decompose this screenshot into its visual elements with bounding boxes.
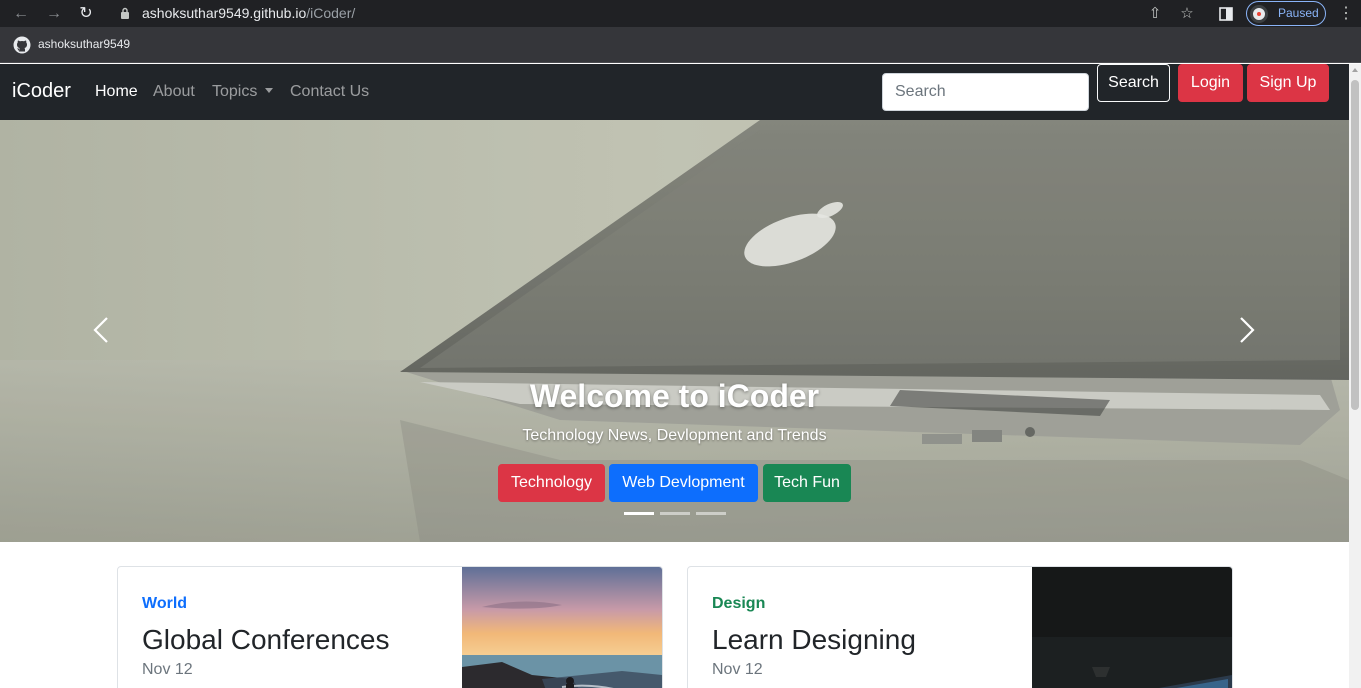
nav-link-home[interactable]: Home bbox=[95, 83, 138, 101]
nav-dropdown-topics[interactable]: Topics bbox=[212, 83, 274, 101]
caret-down-icon bbox=[265, 87, 274, 93]
search-input[interactable] bbox=[882, 73, 1089, 111]
side-panel-icon[interactable] bbox=[1216, 4, 1236, 24]
carousel-indicator-1[interactable] bbox=[624, 512, 654, 515]
site-navbar: iCoder Home About Topics Contact Us Sear… bbox=[0, 64, 1349, 120]
url-text: ashoksuthar9549.github.io/iCoder/ bbox=[142, 5, 356, 21]
forward-icon[interactable]: → bbox=[44, 4, 64, 24]
address-bar[interactable]: ashoksuthar9549.github.io/iCoder/ bbox=[108, 0, 1208, 27]
bookmark-star-icon[interactable]: ☆ bbox=[1177, 4, 1197, 24]
card-title: Global Conferences bbox=[142, 624, 390, 655]
page-scrollbar[interactable] bbox=[1349, 64, 1361, 688]
featured-card-world: World Global Conferences Nov 12 bbox=[117, 566, 663, 688]
card-category: World bbox=[142, 595, 188, 612]
nav-link-about[interactable]: About bbox=[153, 83, 195, 101]
login-button[interactable]: Login bbox=[1178, 64, 1243, 102]
browser-toolbar: ← → ↻ ashoksuthar9549.github.io/iCoder/ … bbox=[0, 0, 1361, 27]
github-icon bbox=[13, 36, 31, 54]
carousel-subtitle: Technology News, Devlopment and Trends bbox=[522, 427, 827, 444]
card-category: Design bbox=[712, 595, 766, 612]
card-date: Nov 12 bbox=[142, 661, 193, 678]
back-icon[interactable]: ← bbox=[11, 4, 31, 24]
topics-label: Topics bbox=[212, 83, 258, 100]
search-button[interactable]: Search bbox=[1097, 64, 1170, 102]
profile-status: Paused bbox=[1278, 6, 1319, 20]
card-date: Nov 12 bbox=[712, 661, 763, 678]
share-icon[interactable]: ⇧ bbox=[1145, 4, 1165, 24]
reload-icon[interactable]: ↻ bbox=[76, 4, 96, 24]
featured-card-design: Design Learn Designing Nov 12 bbox=[687, 566, 1233, 688]
nav-link-contact[interactable]: Contact Us bbox=[290, 83, 369, 101]
card-title: Learn Designing bbox=[712, 624, 916, 655]
carousel-title: Welcome to iCoder bbox=[529, 378, 820, 414]
scrollbar-thumb[interactable] bbox=[1351, 80, 1359, 410]
signup-button[interactable]: Sign Up bbox=[1247, 64, 1329, 102]
scroll-up-icon[interactable] bbox=[1352, 68, 1358, 72]
technology-button[interactable]: Technology bbox=[498, 464, 605, 502]
bookmark-item[interactable]: ashoksuthar9549 bbox=[38, 37, 130, 51]
carousel-indicator-2[interactable] bbox=[660, 512, 690, 515]
hero-carousel: Welcome to iCoder Technology News, Devlo… bbox=[0, 120, 1349, 542]
tech-fun-button[interactable]: Tech Fun bbox=[763, 464, 851, 502]
web-devlopment-button[interactable]: Web Devlopment bbox=[609, 464, 758, 502]
card-thumbnail bbox=[462, 567, 662, 688]
carousel-next-icon[interactable] bbox=[1235, 316, 1259, 344]
site-brand[interactable]: iCoder bbox=[12, 80, 71, 103]
lock-icon bbox=[121, 7, 129, 19]
menu-icon[interactable]: ⋮ bbox=[1338, 4, 1354, 24]
profile-button[interactable]: Paused bbox=[1246, 1, 1326, 26]
bookmarks-bar: ashoksuthar9549 bbox=[0, 27, 1361, 63]
carousel-indicator-3[interactable] bbox=[696, 512, 726, 515]
page-viewport: iCoder Home About Topics Contact Us Sear… bbox=[0, 64, 1349, 688]
avatar bbox=[1250, 5, 1268, 23]
card-thumbnail bbox=[1032, 567, 1232, 688]
carousel-prev-icon[interactable] bbox=[89, 316, 113, 344]
